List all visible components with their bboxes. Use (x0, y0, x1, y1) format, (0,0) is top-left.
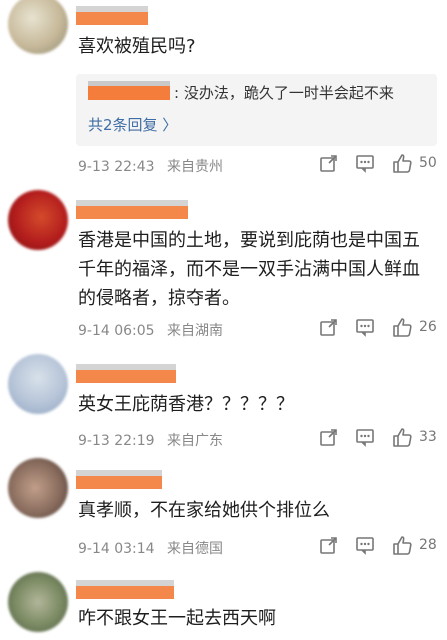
username-redacted[interactable] (76, 200, 188, 219)
comment-button[interactable] (355, 535, 375, 555)
like-count: 50 (419, 155, 437, 171)
avatar[interactable] (8, 458, 68, 518)
comment-actions: 26 (303, 316, 437, 338)
avatar[interactable] (8, 354, 68, 414)
comment-button[interactable] (355, 427, 375, 447)
username-redacted[interactable] (76, 580, 174, 599)
comment-button[interactable] (355, 153, 375, 173)
username-redacted[interactable] (76, 470, 162, 489)
comment-meta: 9-13 22:43 来自贵州 (78, 156, 223, 176)
share-button[interactable] (319, 535, 339, 555)
comment-text: 真孝顺，不在家给她供个排位么 (78, 500, 330, 521)
comment-actions: 28 (303, 534, 437, 556)
comment-icon (355, 317, 375, 337)
like-count: 26 (419, 319, 437, 335)
comment-icon (355, 153, 375, 173)
location: 来自贵州 (167, 159, 224, 175)
like-button[interactable]: 26 (391, 316, 437, 338)
comment-text: 喜欢被殖民吗? (78, 36, 196, 57)
location: 来自湖南 (167, 323, 224, 339)
comment-text: 香港是中国的土地，要说到庇荫也是中国五千年的福泽，而不是一双手沾满中国人鲜血的侵… (78, 230, 420, 309)
comment-meta: 9-13 22:19 来自广东 (78, 430, 223, 450)
comment-meta: 9-14 06:05 来自湖南 (78, 320, 223, 340)
timestamp: 9-13 22:19 (78, 433, 155, 449)
thumbs-up-icon (391, 534, 413, 556)
like-button[interactable]: 33 (391, 426, 437, 448)
comment-text: 英女王庇荫香港？？？？？ (78, 394, 294, 415)
avatar[interactable] (8, 0, 68, 54)
comment-meta: 9-14 03:14 来自德国 (78, 538, 223, 558)
share-icon (319, 317, 339, 337)
share-icon (319, 427, 339, 447)
timestamp: 9-14 06:05 (78, 323, 155, 339)
like-count: 28 (419, 537, 437, 553)
comment-actions: 33 (303, 426, 437, 448)
reply-preview[interactable]: : 没办法，跪久了一时半会起不来 共2条回复 〉 (76, 74, 437, 146)
share-button[interactable] (319, 317, 339, 337)
timestamp: 9-13 22:43 (78, 159, 155, 175)
thumbs-up-icon (391, 152, 413, 174)
share-icon (319, 153, 339, 173)
username-redacted[interactable] (76, 364, 176, 383)
comment-text: 咋不跟女王一起去西天啊 (78, 608, 276, 629)
location: 来自德国 (167, 541, 224, 557)
location: 来自广东 (167, 433, 224, 449)
username-redacted[interactable] (76, 6, 148, 25)
timestamp: 9-14 03:14 (78, 541, 155, 557)
reply-username-redacted[interactable] (88, 81, 170, 100)
share-icon (319, 535, 339, 555)
comment-icon (355, 427, 375, 447)
comment-button[interactable] (355, 317, 375, 337)
like-button[interactable]: 50 (391, 152, 437, 174)
share-button[interactable] (319, 153, 339, 173)
thumbs-up-icon (391, 426, 413, 448)
like-count: 33 (419, 429, 437, 445)
share-button[interactable] (319, 427, 339, 447)
comment-icon (355, 535, 375, 555)
avatar[interactable] (8, 572, 68, 632)
comment-actions: 50 (303, 152, 437, 174)
thumbs-up-icon (391, 316, 413, 338)
more-replies-link[interactable]: 共2条回复 〉 (88, 114, 177, 135)
avatar[interactable] (8, 190, 68, 250)
like-button[interactable]: 28 (391, 534, 437, 556)
reply-text: : 没办法，跪久了一时半会起不来 (174, 84, 394, 102)
